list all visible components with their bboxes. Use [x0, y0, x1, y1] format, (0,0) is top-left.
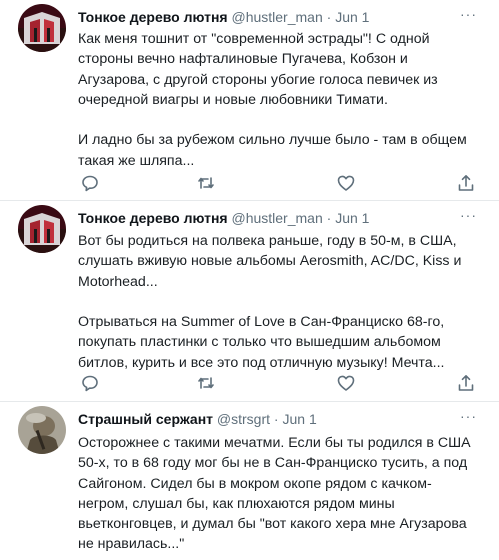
display-name[interactable]: Страшный сержант	[78, 411, 213, 427]
tweet-actions	[78, 373, 478, 393]
separator-dot: ·	[273, 411, 279, 427]
tweet-actions	[78, 173, 478, 193]
retweet-icon[interactable]	[196, 373, 216, 393]
avatar[interactable]	[18, 4, 66, 52]
user-handle[interactable]: @hustler_man	[231, 9, 322, 25]
tweet-header: Тонкое дерево лютня @hustler_man · Jun 1	[78, 9, 369, 25]
tweet-header: Тонкое дерево лютня @hustler_man · Jun 1	[78, 210, 369, 226]
tweet-text: Как меня тошнит от "современной эстрады"…	[78, 31, 467, 169]
share-icon[interactable]	[456, 373, 476, 393]
more-options-icon[interactable]: ···	[460, 207, 477, 223]
share-icon[interactable]	[456, 173, 476, 193]
tweet-date[interactable]: Jun 1	[282, 411, 316, 427]
reply-icon[interactable]	[80, 373, 100, 393]
user-handle[interactable]: @strsgrt	[217, 411, 270, 427]
reply-icon[interactable]	[80, 173, 100, 193]
display-name[interactable]: Тонкое дерево лютня	[78, 210, 228, 226]
like-icon[interactable]	[336, 373, 356, 393]
separator-dot: ·	[326, 210, 332, 226]
tweet[interactable]: Страшный сержант @strsgrt · Jun 1 ··· Ос…	[0, 401, 499, 560]
more-options-icon[interactable]: ···	[460, 6, 477, 22]
tweet-text: Вот бы родиться на полвека раньше, году …	[78, 233, 462, 371]
tweet-thread: Тонкое дерево лютня @hustler_man · Jun 1…	[0, 0, 499, 560]
avatar[interactable]	[18, 406, 66, 454]
tweet-header: Страшный сержант @strsgrt · Jun 1	[78, 411, 317, 427]
tweet-text: Осторожнее с такими мечатми. Если бы ты …	[78, 435, 471, 553]
avatar-image	[18, 205, 66, 253]
display-name[interactable]: Тонкое дерево лютня	[78, 9, 228, 25]
separator-dot: ·	[326, 9, 332, 25]
retweet-icon[interactable]	[196, 173, 216, 193]
user-handle[interactable]: @hustler_man	[231, 210, 322, 226]
tweet-date[interactable]: Jun 1	[335, 210, 369, 226]
avatar-image	[18, 406, 66, 454]
tweet[interactable]: Тонкое дерево лютня @hustler_man · Jun 1…	[0, 0, 499, 201]
avatar[interactable]	[18, 205, 66, 253]
tweet[interactable]: Тонкое дерево лютня @hustler_man · Jun 1…	[0, 200, 499, 402]
avatar-image	[18, 4, 66, 52]
more-options-icon[interactable]: ···	[460, 408, 477, 424]
like-icon[interactable]	[336, 173, 356, 193]
tweet-date[interactable]: Jun 1	[335, 9, 369, 25]
